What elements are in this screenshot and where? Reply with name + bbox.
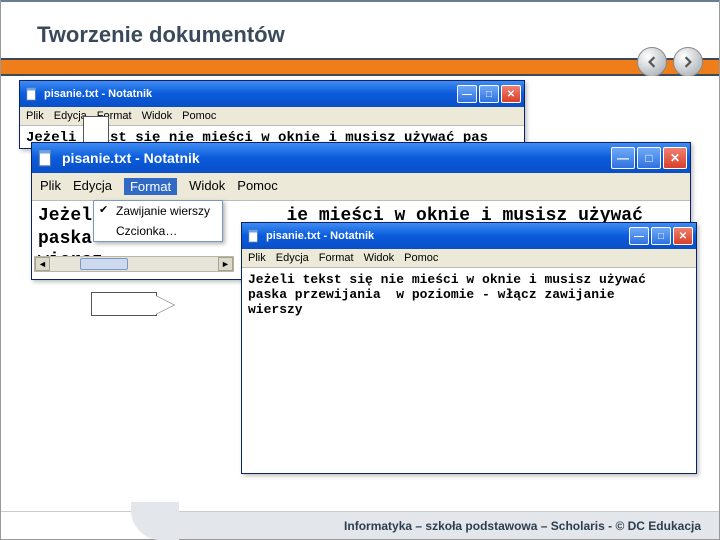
menu-format[interactable]: Format xyxy=(124,178,177,195)
next-slide-button[interactable] xyxy=(673,47,703,77)
notepad-icon xyxy=(37,149,55,167)
menu-item-font[interactable]: Czcionka… xyxy=(94,221,222,241)
close-button[interactable]: ✕ xyxy=(663,147,687,169)
menu-pomoc[interactable]: Pomoc xyxy=(237,178,277,195)
titlebar[interactable]: pisanie.txt - Notatnik — □ ✕ xyxy=(20,81,524,107)
menu-widok[interactable]: Widok xyxy=(364,252,395,264)
close-button[interactable]: ✕ xyxy=(673,227,693,245)
window-title: pisanie.txt - Notatnik xyxy=(62,150,200,166)
format-menu-dropdown[interactable]: Zawijanie wierszy Czcionka… xyxy=(93,200,223,242)
notepad-icon xyxy=(25,87,39,101)
slide-content: pisanie.txt - Notatnik — □ ✕ Plik Edycja… xyxy=(1,76,719,506)
menu-plik[interactable]: Plik xyxy=(26,110,44,122)
menu-bar[interactable]: Plik Edycja Format Widok Pomoc xyxy=(242,249,696,268)
menu-plik[interactable]: Plik xyxy=(248,252,266,264)
text-area[interactable]: Jeżeli tekst się nie mieści w oknie i mu… xyxy=(242,268,696,473)
scroll-thumb[interactable] xyxy=(80,258,128,270)
window-title: pisanie.txt - Notatnik xyxy=(44,88,152,100)
close-button[interactable]: ✕ xyxy=(501,85,521,103)
minimize-button[interactable]: — xyxy=(457,85,477,103)
prev-slide-button[interactable] xyxy=(637,47,667,77)
accent-bar xyxy=(1,58,719,76)
minimize-button[interactable]: — xyxy=(629,227,649,245)
menu-pomoc[interactable]: Pomoc xyxy=(182,110,216,122)
menu-edycja[interactable]: Edycja xyxy=(276,252,309,264)
titlebar[interactable]: pisanie.txt - Notatnik — □ ✕ xyxy=(242,223,696,249)
menu-widok[interactable]: Widok xyxy=(142,110,173,122)
maximize-button[interactable]: □ xyxy=(651,227,671,245)
menu-item-wrap[interactable]: Zawijanie wierszy xyxy=(94,201,222,221)
menu-plik[interactable]: Plik xyxy=(40,178,61,195)
menu-edycja[interactable]: Edycja xyxy=(73,178,112,195)
notepad-window-result: pisanie.txt - Notatnik — □ ✕ Plik Edycja… xyxy=(241,222,697,474)
scroll-right-button[interactable]: ► xyxy=(218,257,233,271)
menu-widok[interactable]: Widok xyxy=(189,178,225,195)
menu-edycja[interactable]: Edycja xyxy=(54,110,87,122)
maximize-button[interactable]: □ xyxy=(479,85,499,103)
notepad-icon xyxy=(247,229,261,243)
menu-format[interactable]: Format xyxy=(319,252,354,264)
slide-footer: Informatyka – szkoła podstawowa – Schola… xyxy=(1,511,719,539)
menu-pomoc[interactable]: Pomoc xyxy=(404,252,438,264)
horizontal-scrollbar[interactable]: ◄ ► xyxy=(34,256,234,272)
maximize-button[interactable]: □ xyxy=(637,147,661,169)
menu-bar[interactable]: Plik Edycja Format Widok Pomoc xyxy=(32,173,690,201)
footer-text: Informatyka – szkoła podstawowa – Schola… xyxy=(344,519,701,533)
window-title: pisanie.txt - Notatnik xyxy=(266,230,374,242)
scroll-left-button[interactable]: ◄ xyxy=(35,257,50,271)
minimize-button[interactable]: — xyxy=(611,147,635,169)
titlebar[interactable]: pisanie.txt - Notatnik — □ ✕ xyxy=(32,143,690,173)
callout-arrow-right xyxy=(91,292,157,316)
slide-title: Tworzenie dokumentów xyxy=(1,14,719,58)
